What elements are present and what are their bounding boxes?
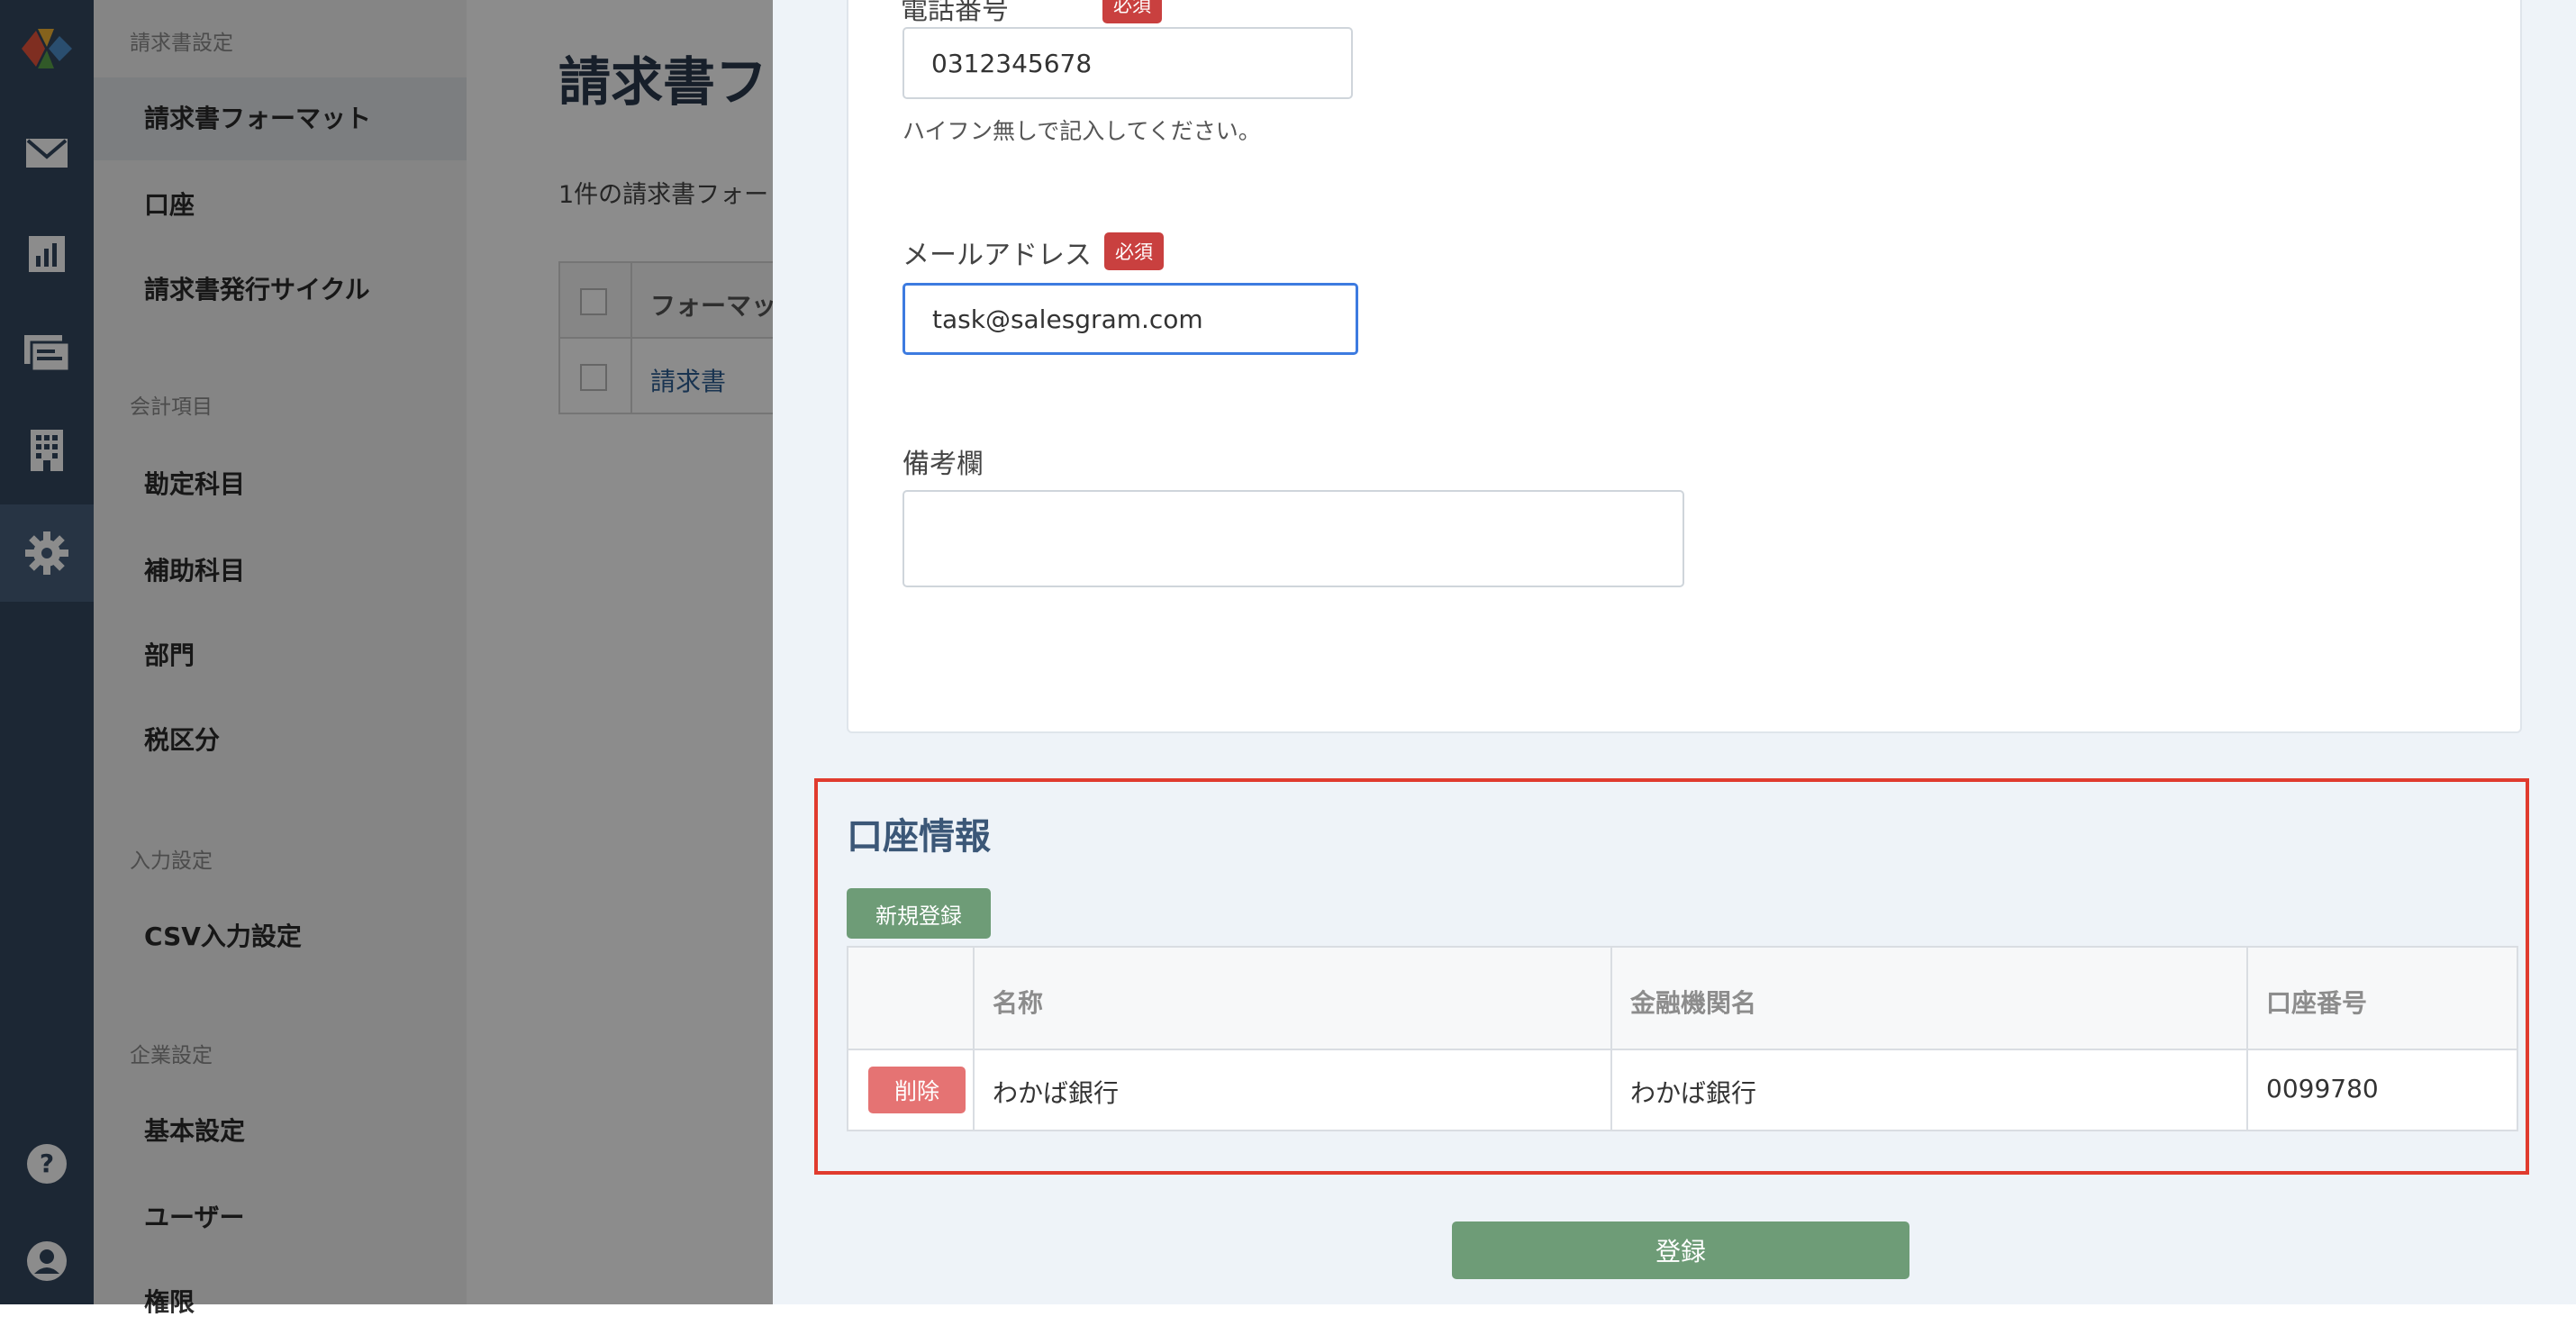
phone-field[interactable]: 0312345678 (903, 27, 1353, 99)
account-table: 名称 金融機関名 口座番号 削除 わかば銀行 わかば銀行 0099780 (847, 946, 2518, 1131)
email-field[interactable]: task@salesgram.com (903, 283, 1358, 355)
phone-hint: ハイフン無しで記入してください。 (903, 118, 1261, 144)
delete-account-button[interactable]: 削除 (868, 1067, 966, 1113)
column-divider (973, 948, 975, 1130)
column-header-bank: 金融機関名 (1630, 988, 1757, 1018)
column-header-number: 口座番号 (2266, 988, 2368, 1018)
email-label: メールアドレス (903, 240, 1092, 271)
account-number-cell: 0099780 (2266, 1074, 2379, 1103)
submit-button[interactable]: 登録 (1452, 1221, 1909, 1279)
phone-label: 電話番号 (901, 0, 1009, 26)
memo-label: 備考欄 (903, 449, 984, 480)
email-value: task@salesgram.com (932, 304, 1203, 334)
modal-backdrop[interactable] (0, 0, 773, 1304)
email-required-badge: 必須 (1104, 232, 1164, 270)
bank-name-cell: わかば銀行 (1630, 1078, 1757, 1108)
form-card: 電話番号 必須 0312345678 ハイフン無しで記入してください。 メールア… (847, 0, 2522, 733)
column-divider (1610, 948, 1612, 1130)
phone-required-badge: 必須 (1102, 0, 1162, 23)
account-name-cell: わかば銀行 (993, 1078, 1120, 1108)
edit-panel: 電話番号 必須 0312345678 ハイフン無しで記入してください。 メールア… (773, 0, 2576, 1304)
account-section-title: 口座情報 (847, 816, 991, 858)
column-header-name: 名称 (993, 988, 1044, 1018)
new-account-button[interactable]: 新規登録 (847, 888, 991, 939)
memo-textarea[interactable] (903, 490, 1684, 587)
phone-value: 0312345678 (931, 48, 1093, 78)
column-divider (2246, 948, 2248, 1130)
